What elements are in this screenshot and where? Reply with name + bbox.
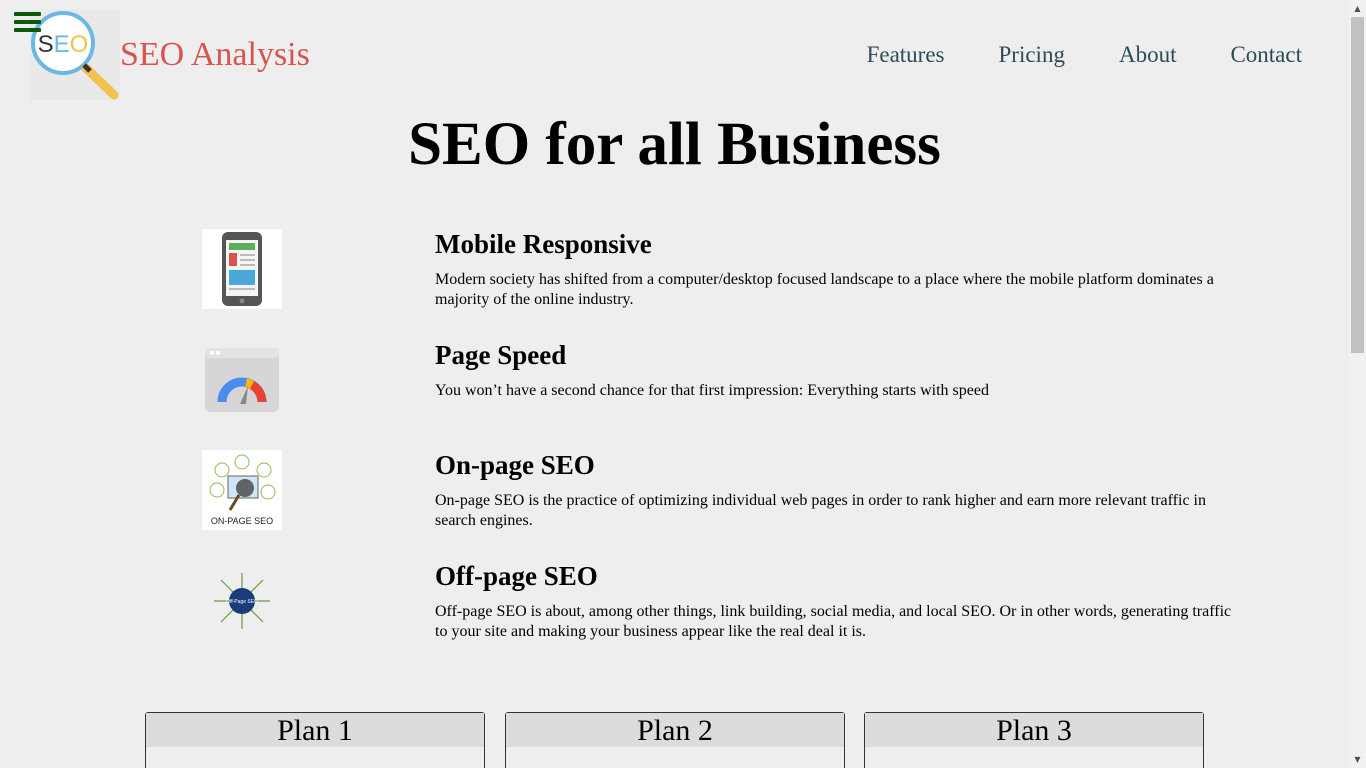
hamburger-bar <box>14 28 41 32</box>
logo-letter-o: O <box>70 31 89 58</box>
logo[interactable]: SEO <box>30 10 120 100</box>
off-page-seo-icon: Off-Page SEO <box>202 561 282 641</box>
plan-title: Plan 2 <box>506 713 844 747</box>
nav-link-contact[interactable]: Contact <box>1230 42 1302 68</box>
hamburger-bar <box>14 12 41 16</box>
nav-link-about[interactable]: About <box>1119 42 1177 68</box>
hamburger-menu-button[interactable] <box>14 12 41 34</box>
brand-title[interactable]: SEO Analysis <box>120 36 310 74</box>
feature-text: Off-page SEO is about, among other thing… <box>435 603 1232 640</box>
feature-title: Page Speed <box>435 340 567 370</box>
logo-letter-e: E <box>54 31 70 58</box>
feature-title: Mobile Responsive <box>435 229 652 259</box>
plan-card-3[interactable]: Plan 3 <box>864 712 1204 768</box>
feature-text: Modern society has shifted from a comput… <box>435 271 1214 308</box>
mobile-phone-icon <box>202 229 282 309</box>
feature-text: You won’t have a second chance for that … <box>435 382 989 399</box>
plan-title: Plan 1 <box>146 713 484 747</box>
scroll-down-arrow-icon[interactable]: ▼ <box>1349 751 1366 768</box>
magnifier-logo-icon: SEO <box>31 11 119 100</box>
plan-title: Plan 3 <box>865 713 1203 747</box>
plan-card-2[interactable]: Plan 2 <box>505 712 845 768</box>
hero-title: SEO for all Business <box>408 111 941 178</box>
main-nav: Features Pricing About Contact <box>813 42 1302 68</box>
logo-letter-s: S <box>38 31 54 58</box>
feature-title: Off-page SEO <box>435 561 598 591</box>
on-page-seo-caption: ON-PAGE SEO <box>211 516 273 526</box>
off-page-seo-caption: Off-Page SEO <box>226 599 258 605</box>
scrollbar-thumb[interactable] <box>1351 17 1364 353</box>
page: SEO SEO Analysis Features Pricing About … <box>0 0 1349 768</box>
scroll-up-arrow-icon[interactable]: ▲ <box>1349 0 1366 17</box>
vertical-scrollbar[interactable]: ▲ ▼ <box>1349 0 1366 768</box>
feature-text: On-page SEO is the practice of optimizin… <box>435 492 1206 529</box>
on-page-seo-icon: ON-PAGE SEO <box>202 450 282 530</box>
feature-title: On-page SEO <box>435 450 595 480</box>
plan-card-1[interactable]: Plan 1 <box>145 712 485 768</box>
logo-text: SEO <box>38 31 89 58</box>
hamburger-bar <box>14 20 41 24</box>
nav-link-features[interactable]: Features <box>867 42 945 68</box>
speed-gauge-icon <box>202 346 282 426</box>
nav-link-pricing[interactable]: Pricing <box>999 42 1065 68</box>
